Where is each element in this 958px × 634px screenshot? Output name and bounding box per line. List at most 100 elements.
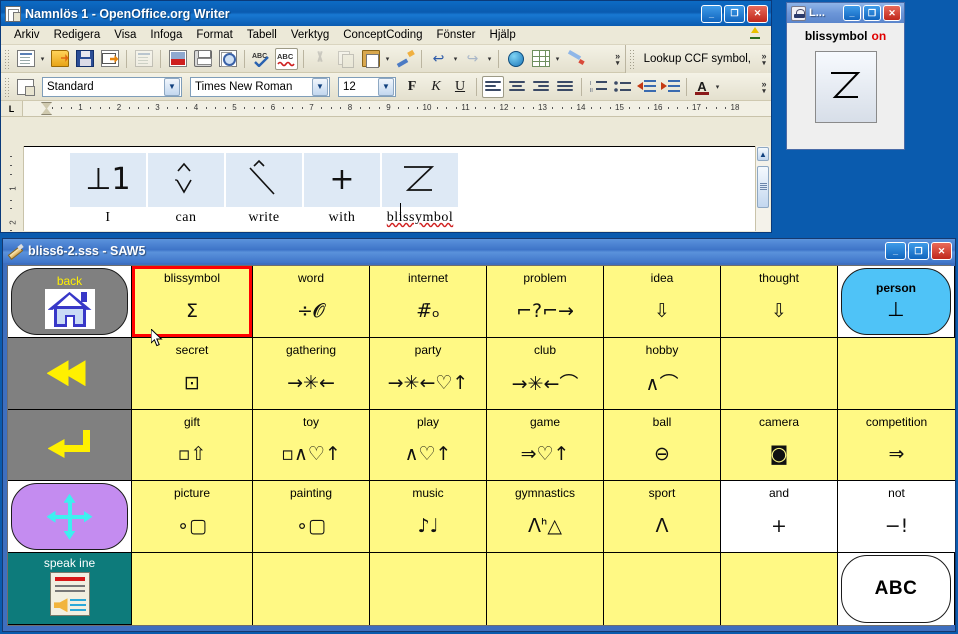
numbered-list-button[interactable]: I II — [587, 76, 609, 98]
saw-cell-thought[interactable]: thought ⇩ — [721, 266, 838, 338]
menu-item-hjalp[interactable]: Hjälp — [483, 27, 523, 43]
document-page[interactable]: ⊥1 I can write + with blissymbol — [24, 146, 755, 231]
saw-cell-internet[interactable]: internet #̄ₒ — [370, 266, 487, 338]
saw-cell-empty[interactable] — [838, 337, 955, 410]
standard-toolbar-overflow-button[interactable]: » ▾ — [611, 47, 625, 71]
ccf-toolbar-grip[interactable] — [628, 48, 635, 69]
save-button[interactable] — [73, 48, 96, 70]
close-button[interactable]: ✕ — [931, 242, 952, 260]
menu-item-format[interactable]: Format — [189, 27, 239, 43]
horizontal-ruler[interactable]: L 1 2 3 4 5 6 7 8 9 10 11 12 13 14 15 16 17 18 — [1, 101, 771, 117]
paragraph-style-combo[interactable]: Standard ▼ — [42, 76, 182, 97]
formatting-toolbar-overflow-button[interactable]: » ▾ — [757, 75, 771, 99]
saw-cell-camera[interactable]: camera ◙ — [721, 409, 838, 482]
saw-cell-back[interactable]: back — [8, 266, 132, 338]
redo-button[interactable]: ↪ — [461, 48, 484, 70]
saw-cell-empty[interactable] — [721, 337, 838, 410]
menu-item-verktyg[interactable]: Verktyg — [284, 27, 336, 43]
italic-button[interactable]: K — [425, 76, 447, 98]
new-document-button[interactable] — [14, 48, 37, 70]
insert-table-button[interactable] — [529, 48, 552, 70]
underline-button[interactable]: U — [449, 76, 471, 98]
bliss-word-cell[interactable]: can — [148, 153, 224, 226]
saw-cell-problem[interactable]: problem ⌐?⌐→ — [487, 266, 604, 338]
spellcheck-button[interactable]: ABC — [250, 48, 273, 70]
menu-item-infoga[interactable]: Infoga — [143, 27, 189, 43]
new-document-dropdown-icon[interactable]: ▾ — [38, 48, 47, 70]
saw-cell-empty[interactable] — [487, 553, 604, 625]
export-pdf-button[interactable] — [166, 48, 189, 70]
menu-item-fonster[interactable]: Fönster — [430, 27, 483, 43]
saw-cell-ball[interactable]: ball ⊖ — [604, 409, 721, 482]
document-vertical-scrollbar[interactable]: ▲ — [755, 146, 770, 231]
minimize-button[interactable]: _ — [701, 4, 722, 23]
toolbar-grip[interactable] — [4, 48, 10, 69]
saw-cell-empty[interactable] — [132, 553, 253, 625]
maximize-button[interactable]: ❐ — [908, 242, 929, 260]
redo-dropdown-icon[interactable]: ▾ — [485, 48, 494, 70]
bliss-word-cell[interactable]: blissymbol — [382, 153, 458, 226]
maximize-button[interactable]: ❐ — [863, 5, 881, 21]
copy-button[interactable] — [334, 48, 357, 70]
undo-button[interactable]: ↩ — [427, 48, 450, 70]
saw-cell-secret[interactable]: secret ⊡ — [132, 337, 253, 410]
saw-cell-rewind[interactable] — [8, 337, 132, 410]
saw-cell-and[interactable]: and + — [721, 481, 838, 554]
saw-cell-painting[interactable]: painting ∘▢ — [253, 481, 370, 554]
saw-cell-party[interactable]: party →✳←♡↑ — [370, 337, 487, 410]
paste-dropdown-icon[interactable]: ▾ — [383, 48, 392, 70]
saw5-title-bar[interactable]: bliss6-2.sss - SAW5 _ ❐ ✕ — [3, 239, 955, 263]
lookup-title-bar[interactable]: L... _ ❐ ✕ — [787, 3, 904, 23]
saw-cell-empty[interactable] — [604, 553, 721, 625]
saw-cell-speak-ine[interactable]: speak ine — [8, 553, 132, 625]
menu-item-visa[interactable]: Visa — [107, 27, 143, 43]
writer-title-bar[interactable]: Namnlös 1 - OpenOffice.org Writer _ ❐ ✕ — [1, 1, 771, 26]
maximize-button[interactable]: ❐ — [724, 4, 745, 23]
menu-item-conceptcoding[interactable]: ConceptCoding — [336, 27, 429, 43]
chevron-down-icon[interactable]: ▼ — [312, 77, 328, 96]
edit-file-button[interactable] — [132, 48, 155, 70]
saw-cell-not[interactable]: not −! — [838, 481, 955, 554]
font-size-combo[interactable]: 12 ▼ — [338, 76, 396, 97]
saw-cell-idea[interactable]: idea ⇩ — [604, 266, 721, 338]
draw-functions-button[interactable] — [563, 48, 586, 70]
lookup-ccf-symbol-field[interactable]: Lookup CCF symbol, — [638, 53, 757, 65]
scroll-up-button[interactable]: ▲ — [757, 147, 769, 161]
minimize-button[interactable]: _ — [885, 242, 906, 260]
lookup-symbol-preview[interactable] — [814, 51, 877, 123]
scroll-thumb[interactable] — [757, 166, 769, 208]
saw-cell-blissymbol[interactable]: blissymbol Σ — [132, 266, 253, 338]
autospellcheck-button[interactable]: ABC — [275, 47, 298, 70]
vertical-ruler[interactable]: 1 2 — [2, 146, 24, 231]
saw-cell-music[interactable]: music ♪♩ — [370, 481, 487, 554]
decrease-indent-button[interactable] — [635, 76, 657, 98]
ruler-strip[interactable]: 1 2 3 4 5 6 7 8 9 10 11 12 13 14 15 16 17 18 — [23, 101, 771, 116]
bulleted-list-button[interactable] — [611, 76, 633, 98]
cut-button[interactable] — [309, 48, 332, 70]
saw-cell-sport[interactable]: sport ⴷ — [604, 481, 721, 554]
close-button[interactable]: ✕ — [747, 4, 768, 23]
saw-cell-empty[interactable] — [721, 553, 838, 625]
clone-formatting-button[interactable] — [393, 48, 416, 70]
open-button[interactable] — [48, 48, 71, 70]
saw-cell-gymnastics[interactable]: gymnastics ⴷᑋ△ — [487, 481, 604, 554]
hyperlink-button[interactable] — [504, 48, 527, 70]
print-preview-button[interactable] — [216, 48, 239, 70]
saw-cell-person[interactable]: person ⊥ — [838, 266, 955, 338]
bold-button[interactable]: F — [401, 76, 423, 98]
saw-cell-play[interactable]: play ∧♡↑ — [370, 409, 487, 482]
insert-table-dropdown-icon[interactable]: ▾ — [553, 48, 562, 70]
ruler-corner[interactable]: L — [1, 101, 23, 116]
print-button[interactable] — [191, 48, 214, 70]
menu-item-tabell[interactable]: Tabell — [240, 27, 284, 43]
saw-cell-enter[interactable] — [8, 409, 132, 482]
paragraph-style-icon[interactable] — [14, 76, 37, 98]
email-document-button[interactable] — [98, 48, 121, 70]
saw-cell-gift[interactable]: gift ▫⇧ — [132, 409, 253, 482]
saw-cell-four-way-arrows[interactable] — [8, 481, 132, 554]
saw-cell-club[interactable]: club →✳←⌒ — [487, 337, 604, 410]
saw-cell-toy[interactable]: toy ▫∧♡↑ — [253, 409, 370, 482]
font-name-combo[interactable]: Times New Roman ▼ — [190, 76, 330, 97]
saw-cell-empty[interactable] — [370, 553, 487, 625]
menu-item-redigera[interactable]: Redigera — [47, 27, 108, 43]
